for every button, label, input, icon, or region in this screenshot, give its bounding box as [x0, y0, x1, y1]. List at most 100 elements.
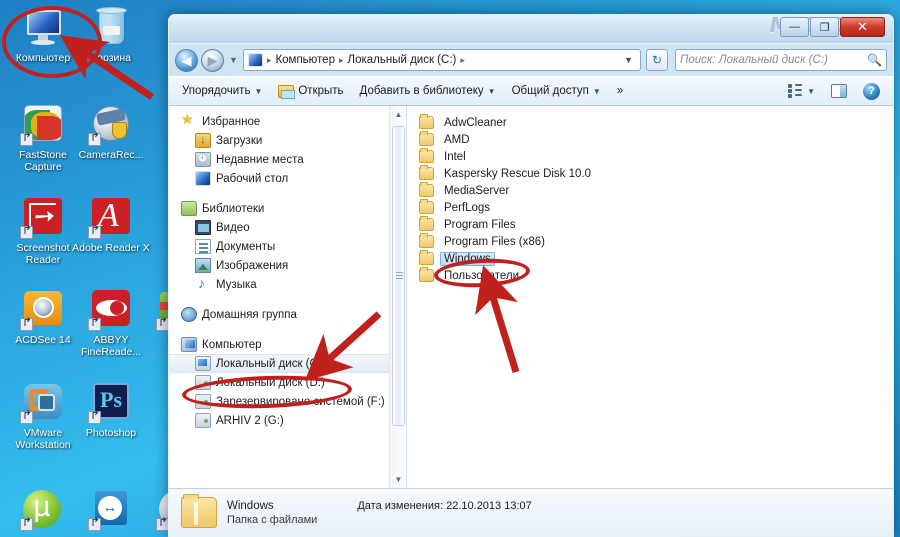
desktop-icon-label: Корзина [91, 52, 131, 64]
organize-button[interactable]: Упорядочить ▼ [175, 81, 269, 101]
nav-group-label: Компьютер [202, 338, 262, 351]
homegroup-icon [181, 307, 197, 322]
computer-icon [247, 53, 263, 67]
file-row[interactable]: PerfLogs [407, 199, 893, 216]
downloads-icon [195, 132, 211, 148]
desktop-icon-camera-recorder[interactable]: CameraRec... [72, 103, 150, 161]
file-name: AdwCleaner [444, 116, 507, 129]
file-row-windows[interactable]: Windows [407, 250, 893, 267]
scroll-up-icon[interactable]: ▲ [390, 106, 406, 123]
desktop-icon-teamviewer[interactable]: ↔ [72, 488, 150, 534]
nav-group-label: Домашняя группа [202, 308, 297, 321]
toolbar-overflow-button[interactable]: » [610, 81, 630, 101]
navigation-pane-scrollbar[interactable]: ▲ ▼ [389, 106, 406, 488]
nav-group-label: Избранное [202, 115, 261, 128]
desktop-icon-screenshot-reader[interactable]: ➚ Screenshot Reader [4, 196, 82, 266]
back-button[interactable]: ◀ [175, 48, 198, 72]
nav-item-label: Локальный диск (C:) [216, 357, 325, 370]
favorites-star-icon [181, 111, 197, 129]
breadcrumb-item-computer[interactable]: Компьютер [273, 54, 337, 66]
preview-pane-button[interactable] [824, 80, 854, 102]
maximize-button[interactable]: ❐ [810, 17, 839, 37]
pictures-library-icon [195, 258, 211, 273]
nav-item-music[interactable]: Музыка [169, 275, 389, 294]
nav-group-libraries[interactable]: Библиотеки [169, 199, 389, 218]
nav-item-recent-places[interactable]: Недавние места [169, 150, 389, 169]
desktop-icon-recycle-bin[interactable]: Корзина [72, 6, 150, 64]
libraries-icon [181, 201, 197, 216]
chevron-down-icon: ▼ [254, 86, 263, 96]
desktop-icon [195, 171, 211, 186]
desktop-icon-abbyy-finereader[interactable]: ABBYY FineReade... [72, 288, 150, 358]
share-label: Общий доступ [511, 85, 589, 97]
help-icon: ? [863, 82, 880, 100]
nav-item-local-disk-d[interactable]: Локальный диск (D:) [169, 373, 389, 392]
nav-group-computer[interactable]: Компьютер [169, 335, 389, 354]
desktop-icon-label: Adobe Reader X [72, 242, 150, 254]
nav-item-pictures[interactable]: Изображения [169, 256, 389, 275]
file-row[interactable]: MediaServer [407, 182, 893, 199]
scrollbar-thumb[interactable] [392, 126, 405, 426]
search-input[interactable]: Поиск: Локальный диск (C:) 🔍 [675, 49, 887, 71]
desktop-icon-label: Photoshop [85, 427, 137, 439]
desktop-icon-computer[interactable]: Компьютер [4, 6, 82, 64]
photoshop-icon: Ps [88, 381, 134, 425]
open-button[interactable]: Открыть [271, 81, 350, 102]
desktop-icon-acdsee[interactable]: ACDSee 14 [4, 288, 82, 346]
close-button[interactable]: ✕ [840, 17, 885, 37]
file-row[interactable]: AMD [407, 131, 893, 148]
nav-item-documents[interactable]: Документы [169, 237, 389, 256]
faststone-capture-icon [20, 103, 66, 147]
address-bar[interactable]: ▸ Компьютер ▸ Локальный диск (C:) ▸ ▼ [242, 49, 641, 71]
nav-item-label: Изображения [216, 259, 289, 272]
nav-item-arhiv2-g[interactable]: ARHIV 2 (G:) [169, 411, 389, 430]
chevron-down-icon: ▼ [487, 86, 496, 96]
history-dropdown-icon[interactable]: ▼ [229, 55, 238, 65]
desktop-icon-adobe-reader[interactable]: A Adobe Reader X [72, 196, 150, 254]
share-button[interactable]: Общий доступ ▼ [505, 81, 608, 101]
nav-item-downloads[interactable]: Загрузки [169, 131, 389, 150]
desktop-icon-faststone-capture[interactable]: FastStone Capture [4, 103, 82, 173]
nav-item-label: Музыка [216, 278, 257, 291]
help-button[interactable]: ? [856, 79, 887, 104]
desktop-icon-label: ABBYY FineReade... [80, 334, 142, 358]
folder-icon [419, 199, 434, 214]
address-dropdown-icon[interactable]: ▼ [619, 55, 638, 65]
file-row[interactable]: Intel [407, 148, 893, 165]
nav-group-homegroup[interactable]: Домашняя группа [169, 305, 389, 324]
file-row[interactable]: Пользователи [407, 267, 893, 284]
add-to-library-button[interactable]: Добавить в библиотеку ▼ [353, 81, 503, 101]
forward-button[interactable]: ▶ [201, 48, 224, 72]
breadcrumb-separator: ▸ [460, 54, 465, 65]
vmware-workstation-icon [20, 381, 66, 425]
scroll-down-icon[interactable]: ▼ [390, 471, 406, 488]
folder-icon [419, 182, 434, 197]
nav-item-desktop[interactable]: Рабочий стол [169, 169, 389, 188]
refresh-button[interactable]: ↻ [646, 49, 668, 71]
view-mode-button[interactable]: ▼ [781, 80, 822, 102]
file-row[interactable]: Kaspersky Rescue Disk 10.0 [407, 165, 893, 182]
file-list[interactable]: AdwCleaner AMD Intel Kaspersky Rescue Di… [407, 106, 893, 488]
nav-item-local-disk-c[interactable]: Локальный диск (C:) [169, 354, 389, 373]
file-row[interactable]: AdwCleaner [407, 114, 893, 131]
nav-group-favorites[interactable]: Избранное [169, 111, 389, 131]
window-controls: — ❐ ✕ [779, 17, 885, 37]
breadcrumb-item-local-disk-c[interactable]: Локальный диск (C:) [346, 54, 459, 66]
file-row[interactable]: Program Files [407, 216, 893, 233]
file-name: AMD [444, 133, 470, 146]
minimize-button[interactable]: — [780, 17, 809, 37]
file-row[interactable]: Program Files (x86) [407, 233, 893, 250]
window-titlebar[interactable]: MYDIV.NET — ❐ ✕ [169, 15, 893, 44]
details-modified-label: Дата изменения: [357, 500, 444, 512]
file-name: Program Files [444, 218, 516, 231]
nav-item-video[interactable]: Видео [169, 218, 389, 237]
music-library-icon [195, 275, 211, 292]
overflow-label: » [616, 85, 624, 97]
desktop-icon-photoshop[interactable]: Ps Photoshop [72, 381, 150, 439]
nav-item-system-reserved-f[interactable]: Зарезервировано системой (F:) [169, 392, 389, 411]
desktop-icon-utorrent[interactable]: µ [4, 488, 82, 534]
desktop-icon-vmware-workstation[interactable]: VMware Workstation [4, 381, 82, 451]
folder-icon [419, 148, 434, 163]
file-name: Пользователи [444, 269, 520, 282]
